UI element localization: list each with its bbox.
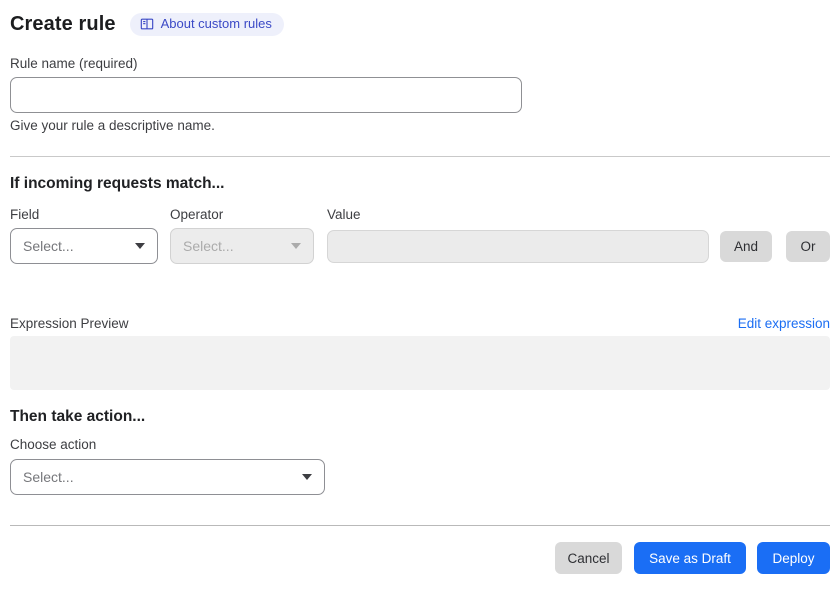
field-select[interactable]: Select...	[10, 228, 158, 264]
book-icon	[140, 17, 154, 31]
footer-divider	[10, 525, 830, 526]
action-section-heading: Then take action...	[10, 408, 146, 425]
operator-select-placeholder: Select...	[183, 238, 234, 254]
field-select-placeholder: Select...	[23, 238, 74, 254]
footer-buttons: Cancel Save as Draft Deploy	[10, 542, 830, 574]
expression-preview-box	[10, 336, 830, 390]
page-title: Create rule	[10, 12, 116, 35]
save-as-draft-button[interactable]: Save as Draft	[634, 542, 746, 574]
field-label: Field	[10, 207, 40, 222]
section-divider-top	[10, 156, 830, 157]
rule-name-label: Rule name (required)	[10, 56, 138, 71]
about-custom-rules-badge[interactable]: About custom rules	[129, 12, 284, 36]
cancel-button[interactable]: Cancel	[555, 542, 622, 574]
match-column-labels: Field Operator Value	[10, 207, 830, 222]
choose-action-label: Choose action	[10, 437, 97, 452]
action-select-placeholder: Select...	[23, 469, 74, 485]
chevron-down-icon	[302, 474, 312, 480]
operator-select: Select...	[170, 228, 314, 264]
about-custom-rules-label: About custom rules	[160, 16, 272, 31]
or-button[interactable]: Or	[786, 230, 830, 262]
match-section-heading: If incoming requests match...	[10, 175, 225, 192]
expression-preview-label: Expression Preview	[10, 316, 129, 331]
action-select[interactable]: Select...	[10, 459, 325, 495]
rule-name-input[interactable]	[10, 77, 522, 113]
page-header: Create rule About custom rules	[10, 9, 830, 39]
expression-preview-header: Expression Preview Edit expression	[10, 316, 830, 331]
operator-label: Operator	[170, 207, 224, 222]
chevron-down-icon	[135, 243, 145, 249]
value-input	[327, 229, 709, 263]
chevron-down-icon	[291, 243, 301, 249]
deploy-button[interactable]: Deploy	[757, 542, 830, 574]
value-label: Value	[327, 207, 361, 222]
match-controls-row: Select... Select... And Or	[10, 228, 830, 264]
and-button[interactable]: And	[720, 230, 772, 262]
rule-name-helper: Give your rule a descriptive name.	[10, 118, 215, 133]
create-rule-page: Create rule About custom rules Rule name…	[0, 0, 839, 597]
edit-expression-link[interactable]: Edit expression	[738, 316, 830, 331]
